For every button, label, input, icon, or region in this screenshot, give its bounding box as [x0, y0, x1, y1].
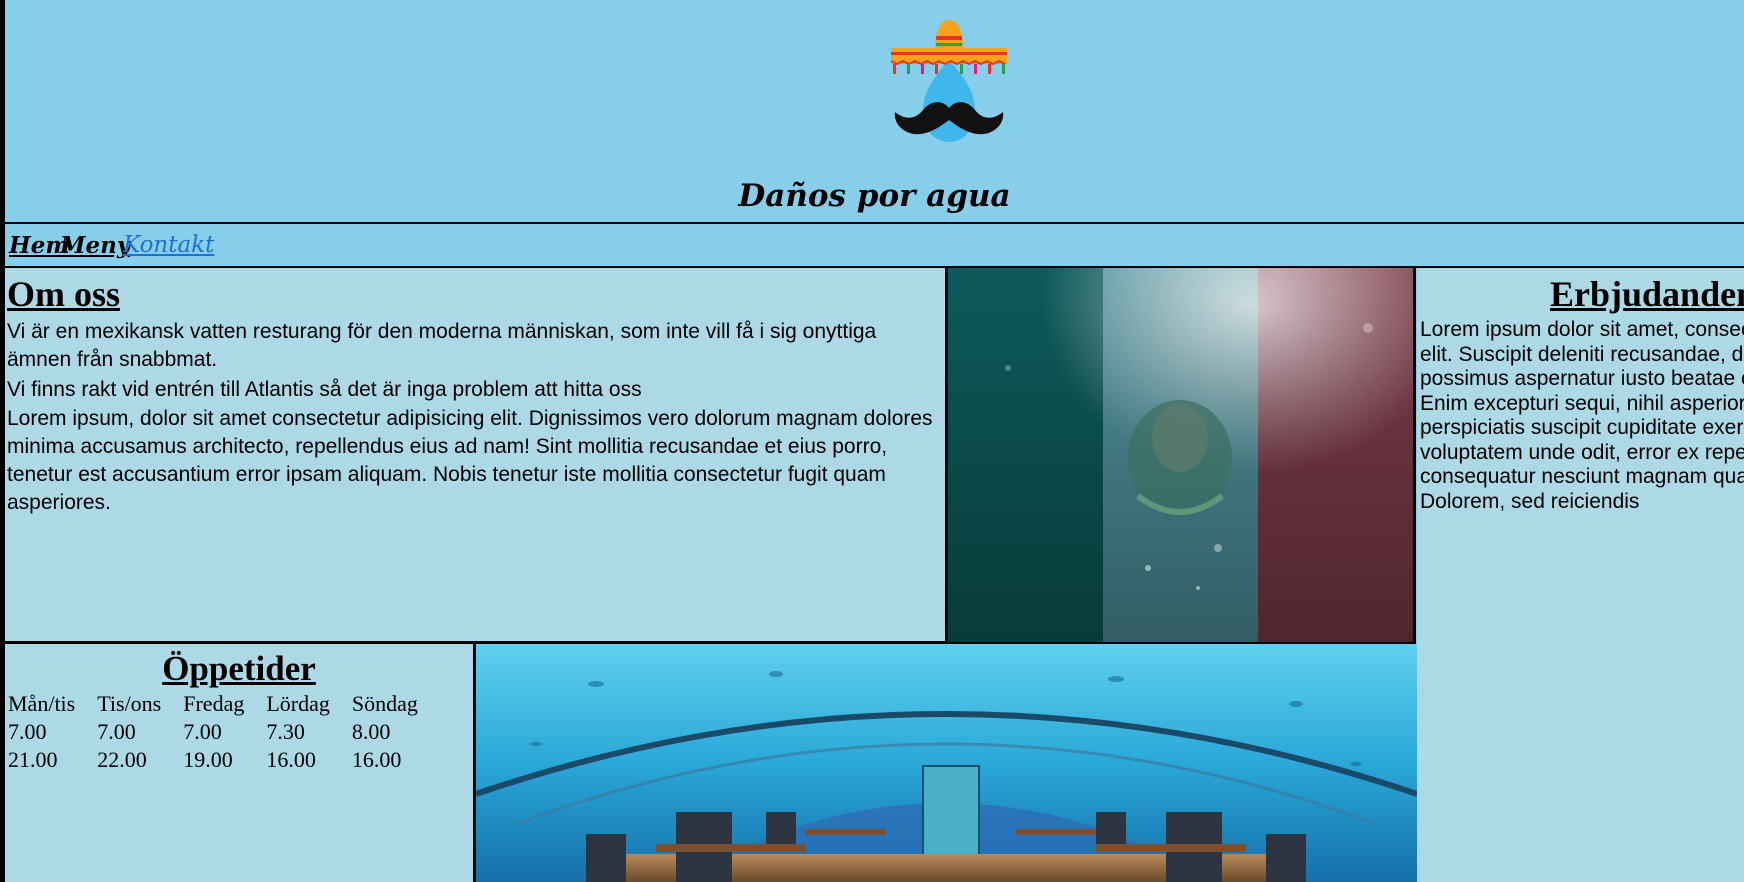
about-paragraph: Vi finns rakt vid entrén till Atlantis s…	[7, 378, 642, 401]
opening-hours-section: Öppetider Mån/tis Tis/ons Fredag Lördag …	[5, 644, 476, 882]
opening-time: 7.00	[8, 719, 47, 744]
opening-hours-heading: Öppetider	[162, 649, 316, 688]
closing-time: 22.00	[97, 747, 147, 772]
offers-text: Lorem ipsum dolor sit amet, consectetur …	[1420, 318, 1744, 513]
table-row: 21.00 22.00 19.00 16.00 16.00	[6, 746, 438, 774]
about-paragraph: Vi är en mexikansk vatten resturang för …	[7, 320, 877, 371]
closing-time: 19.00	[183, 747, 233, 772]
day-label: Fredag	[183, 691, 245, 716]
offers-section: Erbjudanden Lorem ipsum dolor sit amet, …	[1417, 268, 1744, 882]
table-row: 7.00 7.00 7.00 7.30 8.00	[6, 718, 438, 746]
day-label: Lördag	[266, 691, 330, 716]
main-nav: Hem Meny Kontakt	[5, 224, 1744, 268]
day-label: Söndag	[351, 691, 418, 716]
opening-time: 7.30	[266, 719, 305, 744]
closing-time: 16.00	[351, 747, 402, 772]
opening-time: 7.00	[97, 719, 136, 744]
nav-link-meny[interactable]: Meny	[60, 232, 130, 259]
opening-time: 7.00	[183, 719, 222, 744]
site-title: Daños por agua	[738, 178, 1011, 214]
sombrero-mustache-logo-icon	[890, 20, 1007, 142]
day-label: Mån/tis	[8, 691, 76, 716]
about-section: Om oss Vi är en mexikansk vatten restura…	[5, 268, 948, 644]
table-row: Mån/tis Tis/ons Fredag Lördag Söndag	[6, 690, 438, 718]
about-heading: Om oss	[7, 274, 121, 314]
opening-hours-table: Mån/tis Tis/ons Fredag Lördag Söndag 7.0…	[6, 690, 438, 774]
opening-time: 8.00	[351, 719, 391, 744]
offers-heading: Erbjudanden	[1550, 274, 1744, 314]
underwater-mexican-flag-image	[948, 268, 1416, 645]
closing-time: 16.00	[266, 747, 316, 772]
nav-link-kontakt[interactable]: Kontakt	[123, 232, 214, 258]
closing-time: 21.00	[8, 747, 58, 772]
day-label: Tis/ons	[97, 691, 162, 716]
site-header: Daños por agua	[5, 0, 1744, 224]
about-paragraph: Lorem ipsum, dolor sit amet consectetur …	[7, 407, 933, 514]
underwater-restaurant-image	[476, 644, 1417, 882]
